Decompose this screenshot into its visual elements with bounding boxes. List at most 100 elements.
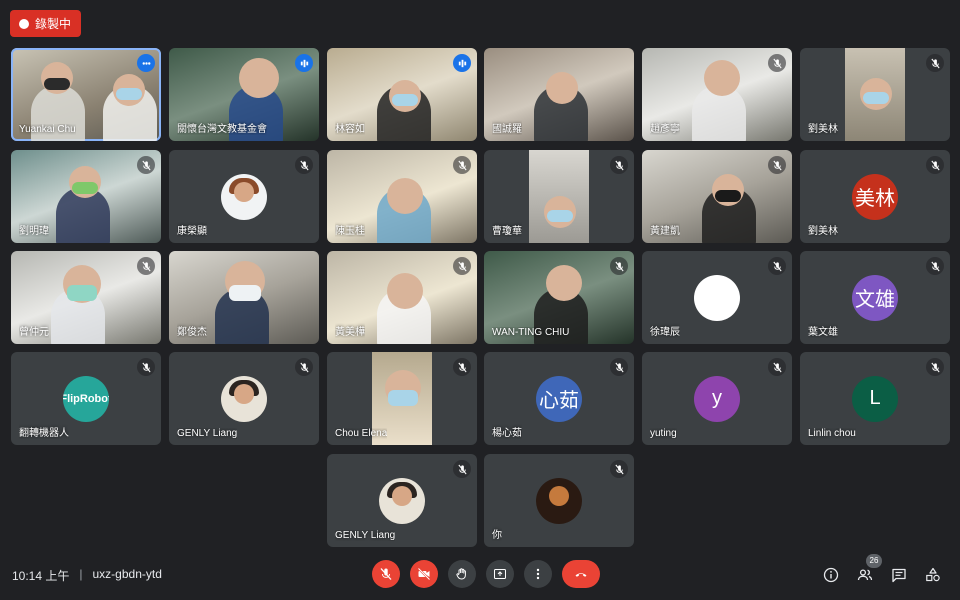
participant-name: Chou Elena — [335, 428, 388, 439]
mic-off-icon — [453, 358, 471, 376]
mic-off-icon — [768, 54, 786, 72]
participant-name: 林容如 — [335, 124, 365, 135]
camera-off-icon — [417, 567, 431, 581]
raise-hand-button[interactable] — [448, 560, 476, 588]
participant-tile[interactable]: 趙彥寧 — [642, 48, 792, 141]
more-options-icon[interactable] — [137, 54, 155, 72]
mic-off-icon — [610, 257, 628, 275]
participant-tile[interactable]: 文雄 葉文雄 — [800, 251, 950, 344]
participant-tile[interactable]: 鄭俊杰 — [169, 251, 319, 344]
participant-tile[interactable]: 黃建凱 — [642, 150, 792, 243]
participant-name: 國誠羅 — [492, 124, 522, 135]
meeting-details-button[interactable] — [822, 566, 840, 584]
mic-off-icon — [137, 156, 155, 174]
people-count-badge: 26 — [866, 554, 882, 568]
participant-name: yuting — [650, 428, 677, 439]
participant-avatar — [221, 173, 267, 220]
participant-name: 趙彥寧 — [650, 124, 680, 135]
info-icon — [823, 567, 839, 583]
mic-off-icon — [453, 257, 471, 275]
participant-name: Yuankai Chu — [19, 124, 76, 135]
participant-grid: Yuankai Chu 關懷台灣文教基金會 林容如 國誠羅 趙彥寧 劉美林 劉明… — [0, 0, 960, 560]
participant-name: 黃美樺 — [335, 327, 365, 338]
participant-tile[interactable]: 美林 劉美林 — [800, 150, 950, 243]
participant-name: 劉明瑋 — [19, 226, 49, 237]
call-controls — [372, 560, 600, 588]
participant-tile[interactable]: Yuankai Chu — [11, 48, 161, 141]
speaking-icon — [295, 54, 313, 72]
mic-off-icon — [137, 257, 155, 275]
participant-tile[interactable]: 心茹 楊心茹 — [484, 352, 634, 445]
present-button[interactable] — [486, 560, 514, 588]
mic-off-icon — [295, 156, 313, 174]
participant-name: 楊心茹 — [492, 428, 522, 439]
people-button[interactable]: 26 — [856, 554, 882, 584]
participant-tile[interactable]: GENLY Liang — [327, 454, 477, 547]
mic-off-icon — [926, 54, 944, 72]
participant-tile[interactable]: 徐瑋辰 — [642, 251, 792, 344]
meeting-info-separator: | — [79, 567, 83, 581]
hangup-icon — [575, 573, 587, 577]
participant-tile[interactable]: 陳玉桂 — [327, 150, 477, 243]
activities-button[interactable] — [924, 566, 942, 584]
mic-off-icon — [453, 460, 471, 478]
camera-toggle-button[interactable] — [410, 560, 438, 588]
participant-avatar — [379, 477, 425, 524]
mic-off-icon — [926, 156, 944, 174]
participant-avatar — [536, 477, 582, 524]
participant-tile[interactable]: FlipRobot 翻轉機器人 — [11, 352, 161, 445]
fliprobot-logo: FlipRobot — [63, 375, 109, 422]
participant-tile[interactable]: 曹瓊華 — [484, 150, 634, 243]
participant-name: 鄭俊杰 — [177, 327, 207, 338]
mic-off-icon — [610, 460, 628, 478]
mic-off-icon — [380, 568, 392, 580]
participant-tile[interactable]: GENLY Liang — [169, 352, 319, 445]
participant-name: GENLY Liang — [335, 530, 396, 541]
participant-avatar: 美林 — [852, 173, 898, 220]
participant-name: 你 — [492, 530, 502, 541]
more-options-button[interactable] — [524, 560, 552, 588]
participant-tile[interactable]: 黃美樺 — [327, 251, 477, 344]
participant-tile[interactable]: 關懷台灣文教基金會 — [169, 48, 319, 141]
mic-off-icon — [137, 358, 155, 376]
participant-name: GENLY Liang — [177, 428, 238, 439]
participant-name: 曹瓊華 — [492, 226, 522, 237]
participant-tile[interactable]: 曾仲元 — [11, 251, 161, 344]
participant-tile[interactable]: 劉明瑋 — [11, 150, 161, 243]
participant-name: 劉美林 — [808, 226, 838, 237]
participant-tile[interactable]: WAN-TING CHIU — [484, 251, 634, 344]
chat-button[interactable] — [890, 566, 908, 584]
participant-avatar — [694, 274, 740, 321]
mic-off-icon — [926, 358, 944, 376]
participant-tile[interactable]: L Linlin chou — [800, 352, 950, 445]
mic-toggle-button[interactable] — [372, 560, 400, 588]
people-icon — [857, 569, 873, 581]
participant-name: 曾仲元 — [19, 327, 49, 338]
mic-off-icon — [453, 156, 471, 174]
participant-avatar: 心茹 — [536, 375, 582, 422]
participant-name: 康榮顯 — [177, 226, 207, 237]
bottom-toolbar: 10:14 上午 | uxz-gbdn-ytd 26 — [0, 548, 960, 600]
participant-tile[interactable]: Chou Elena — [327, 352, 477, 445]
present-icon — [494, 569, 506, 579]
meeting-code: uxz-gbdn-ytd — [92, 567, 162, 581]
participant-tile[interactable]: y yuting — [642, 352, 792, 445]
participant-name: 徐瑋辰 — [650, 327, 680, 338]
mic-off-icon — [610, 156, 628, 174]
participant-tile[interactable]: 康榮顯 — [169, 150, 319, 243]
participant-tile[interactable]: 林容如 — [327, 48, 477, 141]
participant-tile[interactable]: 國誠羅 — [484, 48, 634, 141]
activities-icon — [926, 567, 940, 582]
leave-call-button[interactable] — [562, 560, 600, 588]
participant-tile[interactable]: 你 — [484, 454, 634, 547]
participant-avatar: L — [852, 375, 898, 422]
participant-name: 關懷台灣文教基金會 — [177, 124, 267, 135]
chat-icon — [892, 568, 906, 583]
participant-avatar: 文雄 — [852, 274, 898, 321]
mic-off-icon — [926, 257, 944, 275]
mic-off-icon — [768, 358, 786, 376]
participant-tile[interactable]: 劉美林 — [800, 48, 950, 141]
participant-name: 葉文雄 — [808, 327, 838, 338]
participant-name: Linlin chou — [808, 428, 856, 439]
mic-off-icon — [295, 358, 313, 376]
